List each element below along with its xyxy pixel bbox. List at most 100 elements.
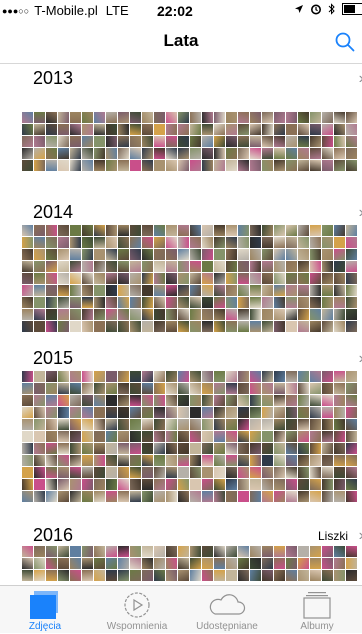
photo-thumbnail[interactable]	[298, 419, 309, 430]
photo-thumbnail[interactable]	[334, 225, 345, 236]
photo-thumbnail[interactable]	[214, 467, 225, 478]
photo-thumbnail[interactable]	[82, 148, 93, 159]
photo-thumbnail[interactable]	[238, 467, 249, 478]
photo-thumbnail[interactable]	[334, 261, 345, 272]
photo-thumbnail[interactable]	[202, 407, 213, 418]
photo-thumbnail[interactable]	[82, 479, 93, 490]
photo-thumbnail[interactable]	[34, 419, 45, 430]
photo-thumbnail[interactable]	[154, 570, 165, 581]
photo-thumbnail[interactable]	[250, 455, 261, 466]
photo-thumbnail[interactable]	[154, 225, 165, 236]
photo-thumbnail[interactable]	[166, 479, 177, 490]
photo-thumbnail[interactable]	[154, 309, 165, 320]
photo-thumbnail[interactable]	[70, 558, 81, 569]
photo-thumbnail[interactable]	[238, 249, 249, 260]
photo-thumbnail[interactable]	[22, 371, 33, 382]
photo-thumbnail[interactable]	[118, 297, 129, 308]
photo-thumbnail[interactable]	[226, 136, 237, 147]
photo-thumbnail[interactable]	[34, 249, 45, 260]
photo-thumbnail[interactable]	[286, 225, 297, 236]
photo-thumbnail[interactable]	[322, 407, 333, 418]
photo-thumbnail[interactable]	[238, 225, 249, 236]
photo-thumbnail[interactable]	[46, 383, 57, 394]
photo-thumbnail[interactable]	[286, 419, 297, 430]
photo-thumbnail[interactable]	[274, 443, 285, 454]
tab-memories[interactable]: Wspomnienia	[92, 586, 182, 634]
photo-thumbnail[interactable]	[238, 261, 249, 272]
photo-thumbnail[interactable]	[22, 225, 33, 236]
photo-thumbnail[interactable]	[190, 160, 201, 171]
photo-thumbnail[interactable]	[286, 491, 297, 502]
photo-thumbnail[interactable]	[322, 321, 333, 332]
photo-thumbnail[interactable]	[286, 479, 297, 490]
photo-thumbnail[interactable]	[82, 371, 93, 382]
photo-thumbnail[interactable]	[82, 285, 93, 296]
photo-thumbnail[interactable]	[118, 237, 129, 248]
photo-thumbnail[interactable]	[154, 371, 165, 382]
photo-thumbnail[interactable]	[310, 237, 321, 248]
photo-thumbnail[interactable]	[262, 285, 273, 296]
photo-thumbnail[interactable]	[214, 419, 225, 430]
photo-thumbnail[interactable]	[190, 249, 201, 260]
photo-thumbnail[interactable]	[214, 124, 225, 135]
photo-thumbnail[interactable]	[178, 491, 189, 502]
photo-thumbnail[interactable]	[106, 321, 117, 332]
photo-thumbnail[interactable]	[286, 558, 297, 569]
photo-thumbnail[interactable]	[22, 546, 33, 557]
photo-thumbnail[interactable]	[202, 491, 213, 502]
photo-thumbnail[interactable]	[154, 491, 165, 502]
photo-thumbnail[interactable]	[130, 309, 141, 320]
photo-thumbnail[interactable]	[346, 383, 357, 394]
photo-thumbnail[interactable]	[130, 407, 141, 418]
photo-thumbnail[interactable]	[106, 455, 117, 466]
photo-thumbnail[interactable]	[106, 431, 117, 442]
photo-thumbnail[interactable]	[238, 383, 249, 394]
photo-thumbnail[interactable]	[226, 309, 237, 320]
photo-thumbnail[interactable]	[22, 443, 33, 454]
photo-thumbnail[interactable]	[226, 297, 237, 308]
photo-thumbnail[interactable]	[22, 479, 33, 490]
photo-thumbnail[interactable]	[154, 443, 165, 454]
photo-thumbnail[interactable]	[70, 443, 81, 454]
photo-thumbnail[interactable]	[238, 309, 249, 320]
photo-thumbnail[interactable]	[82, 407, 93, 418]
photo-thumbnail[interactable]	[70, 285, 81, 296]
photo-thumbnail[interactable]	[190, 491, 201, 502]
photo-thumbnail[interactable]	[202, 371, 213, 382]
photo-thumbnail[interactable]	[142, 419, 153, 430]
photo-thumbnail[interactable]	[226, 160, 237, 171]
photo-thumbnail[interactable]	[82, 546, 93, 557]
photo-thumbnail[interactable]	[286, 297, 297, 308]
photo-thumbnail[interactable]	[142, 148, 153, 159]
photo-thumbnail[interactable]	[190, 443, 201, 454]
photo-thumbnail[interactable]	[322, 285, 333, 296]
photo-thumbnail[interactable]	[286, 112, 297, 123]
photo-thumbnail[interactable]	[202, 467, 213, 478]
photo-thumbnail[interactable]	[226, 479, 237, 490]
photo-thumbnail[interactable]	[130, 546, 141, 557]
photo-thumbnail[interactable]	[34, 491, 45, 502]
photo-thumbnail[interactable]	[118, 419, 129, 430]
photo-thumbnail[interactable]	[58, 285, 69, 296]
photo-thumbnail[interactable]	[166, 570, 177, 581]
photo-thumbnail[interactable]	[214, 297, 225, 308]
photo-thumbnail[interactable]	[250, 309, 261, 320]
photo-thumbnail[interactable]	[250, 407, 261, 418]
photo-thumbnail[interactable]	[262, 261, 273, 272]
photo-thumbnail[interactable]	[22, 237, 33, 248]
photo-thumbnail[interactable]	[322, 491, 333, 502]
photo-thumbnail[interactable]	[154, 546, 165, 557]
photo-thumbnail[interactable]	[202, 558, 213, 569]
photo-thumbnail[interactable]	[94, 570, 105, 581]
photo-thumbnail[interactable]	[226, 273, 237, 284]
photo-thumbnail[interactable]	[130, 160, 141, 171]
photo-thumbnail[interactable]	[226, 558, 237, 569]
photo-thumbnail[interactable]	[346, 570, 357, 581]
photo-thumbnail[interactable]	[202, 112, 213, 123]
photo-thumbnail[interactable]	[70, 467, 81, 478]
photo-thumbnail[interactable]	[46, 419, 57, 430]
photo-thumbnail[interactable]	[154, 285, 165, 296]
photo-thumbnail[interactable]	[118, 570, 129, 581]
photo-thumbnail[interactable]	[130, 237, 141, 248]
photo-thumbnail[interactable]	[178, 124, 189, 135]
